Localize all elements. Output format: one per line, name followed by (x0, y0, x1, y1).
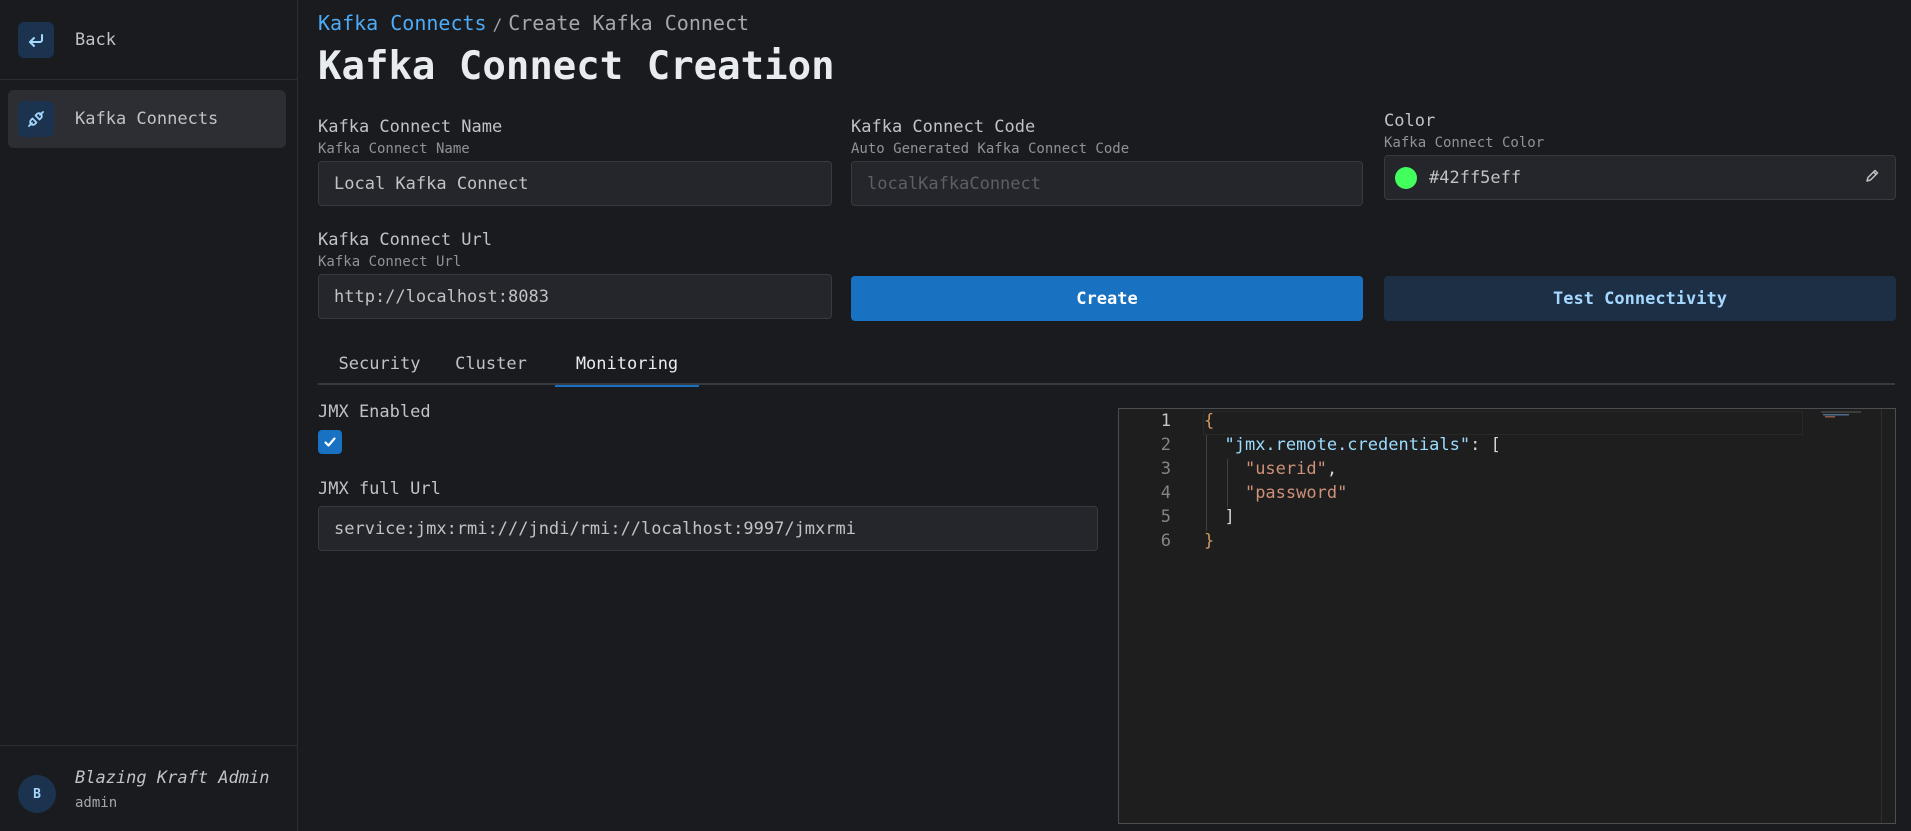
indent-guide (1206, 435, 1207, 531)
color-value: #42ff5eff (1429, 167, 1522, 188)
line-number: 1 (1160, 411, 1171, 431)
url-field: Kafka Connect Url Kafka Connect Url http… (318, 230, 832, 319)
user-name: Blazing Kraft Admin (75, 768, 270, 788)
line-number: 4 (1160, 483, 1171, 503)
code-editor[interactable]: 1{2 "jmx.remote.credentials": [3 "userid… (1118, 408, 1896, 824)
tab-monitoring[interactable]: Monitoring (555, 342, 699, 387)
code-text: "userid", (1244, 459, 1338, 479)
jmx-url-label: JMX full Url (318, 479, 441, 499)
breadcrumb-link-kafka-connects[interactable]: Kafka Connects (318, 11, 487, 35)
code-text: "jmx.remote.credentials": [ (1224, 435, 1501, 455)
code-line: 3 "userid", (1119, 459, 1895, 483)
jmx-enabled-label: JMX Enabled (318, 402, 431, 422)
breadcrumb-separator: / (492, 15, 503, 34)
tabs: Security Cluster Monitoring (318, 342, 1895, 387)
indent-guide (1227, 459, 1228, 507)
name-label: Kafka Connect Name (318, 117, 503, 137)
jmx-url-input[interactable]: service:jmx:rmi:///jndi/rmi://localhost:… (318, 506, 1098, 551)
color-label: Color (1384, 111, 1436, 131)
url-label: Kafka Connect Url (318, 230, 492, 250)
code-text: } (1204, 531, 1215, 551)
line-number: 2 (1160, 435, 1171, 455)
line-number: 5 (1160, 507, 1171, 527)
code-line: 2 "jmx.remote.credentials": [ (1119, 435, 1895, 459)
user-panel: B Blazing Kraft Admin admin (0, 745, 298, 831)
pencil-icon[interactable] (1864, 168, 1880, 188)
code-description: Auto Generated Kafka Connect Code (851, 141, 1130, 157)
code-label: Kafka Connect Code (851, 117, 1036, 137)
page-title: Kafka Connect Creation (318, 44, 835, 89)
sidebar-item-kafka-connects[interactable]: Kafka Connects (8, 90, 286, 148)
return-arrow-icon (18, 22, 54, 58)
code-text: "password" (1244, 483, 1348, 503)
color-description: Kafka Connect Color (1384, 135, 1545, 151)
code-line: 5 ] (1119, 507, 1895, 531)
code-text: { (1204, 411, 1215, 431)
breadcrumb: Kafka Connects / Create Kafka Connect (318, 11, 749, 35)
name-input[interactable]: Local Kafka Connect (318, 161, 832, 206)
main-content: Kafka Connects / Create Kafka Connect Kafk… (298, 0, 1911, 831)
tab-cluster[interactable]: Cluster (441, 342, 541, 385)
plug-icon (18, 101, 54, 137)
back-button[interactable]: Back (0, 0, 298, 80)
url-description: Kafka Connect Url (318, 254, 462, 270)
code-line: 4 "password" (1119, 483, 1895, 507)
sidebar: Back Kafka Connects B Blazing Kraft Admi… (0, 0, 298, 831)
code-input: localKafkaConnect (851, 161, 1363, 206)
name-field: Kafka Connect Name Kafka Connect Name Lo… (318, 117, 832, 206)
create-button[interactable]: Create (851, 276, 1363, 321)
name-description: Kafka Connect Name (318, 141, 470, 157)
color-swatch (1395, 166, 1417, 189)
test-connectivity-button[interactable]: Test Connectivity (1384, 276, 1896, 321)
tab-security[interactable]: Security (318, 342, 441, 385)
check-icon (324, 437, 336, 447)
line-number: 3 (1160, 459, 1171, 479)
sidebar-item-label: Kafka Connects (75, 109, 219, 129)
code-line: 6} (1119, 531, 1895, 555)
breadcrumb-current: Create Kafka Connect (508, 11, 750, 35)
jmx-enabled-checkbox[interactable] (318, 430, 342, 454)
code-line: 1{ (1119, 411, 1895, 435)
back-label: Back (75, 30, 116, 50)
line-number: 6 (1160, 531, 1171, 551)
user-role: admin (75, 795, 118, 811)
avatar: B (18, 775, 56, 813)
url-input[interactable]: http://localhost:8083 (318, 274, 832, 319)
color-input[interactable]: #42ff5eff (1384, 155, 1896, 200)
code-text: ] (1224, 507, 1235, 527)
color-field: Color Kafka Connect Color #42ff5eff (1384, 111, 1896, 200)
code-field: Kafka Connect Code Auto Generated Kafka … (851, 117, 1363, 206)
